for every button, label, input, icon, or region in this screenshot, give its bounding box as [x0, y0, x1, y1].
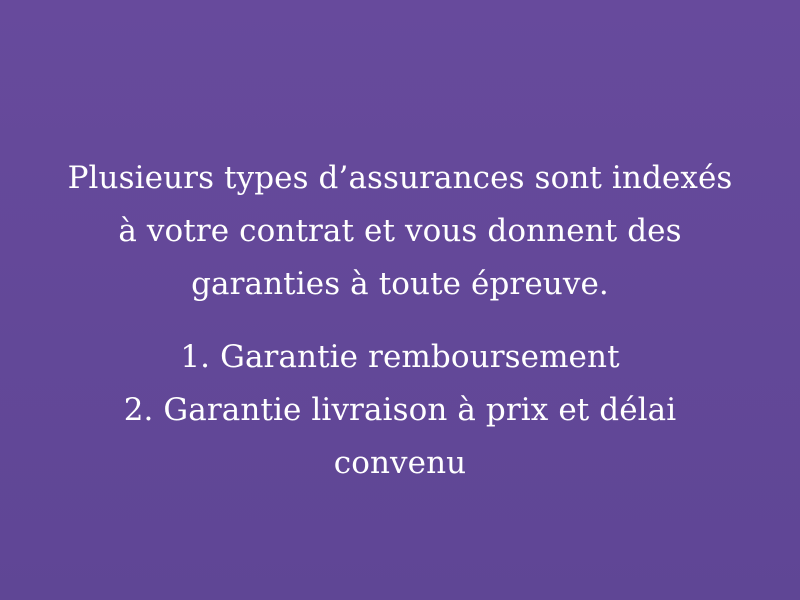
- guarantee-list: 1. Garantie remboursement 2. Garantie li…: [40, 331, 760, 490]
- list-item: 1. Garantie remboursement: [40, 331, 760, 384]
- intro-line: garanties à toute épreuve.: [191, 266, 609, 302]
- list-item-line: 2. Garantie livraison à prix et délai: [123, 392, 677, 428]
- list-item: 2. Garantie livraison à prix et délai co…: [40, 384, 760, 490]
- intro-line: Plusieurs types d’assurances sont indexé…: [67, 160, 733, 196]
- intro-paragraph: Plusieurs types d’assurances sont indexé…: [40, 152, 760, 311]
- slide: Plusieurs types d’assurances sont indexé…: [0, 0, 800, 600]
- list-item-line: convenu: [333, 445, 467, 481]
- intro-line: à votre contrat et vous donnent des: [118, 213, 682, 249]
- list-item-line: 1. Garantie remboursement: [180, 339, 620, 375]
